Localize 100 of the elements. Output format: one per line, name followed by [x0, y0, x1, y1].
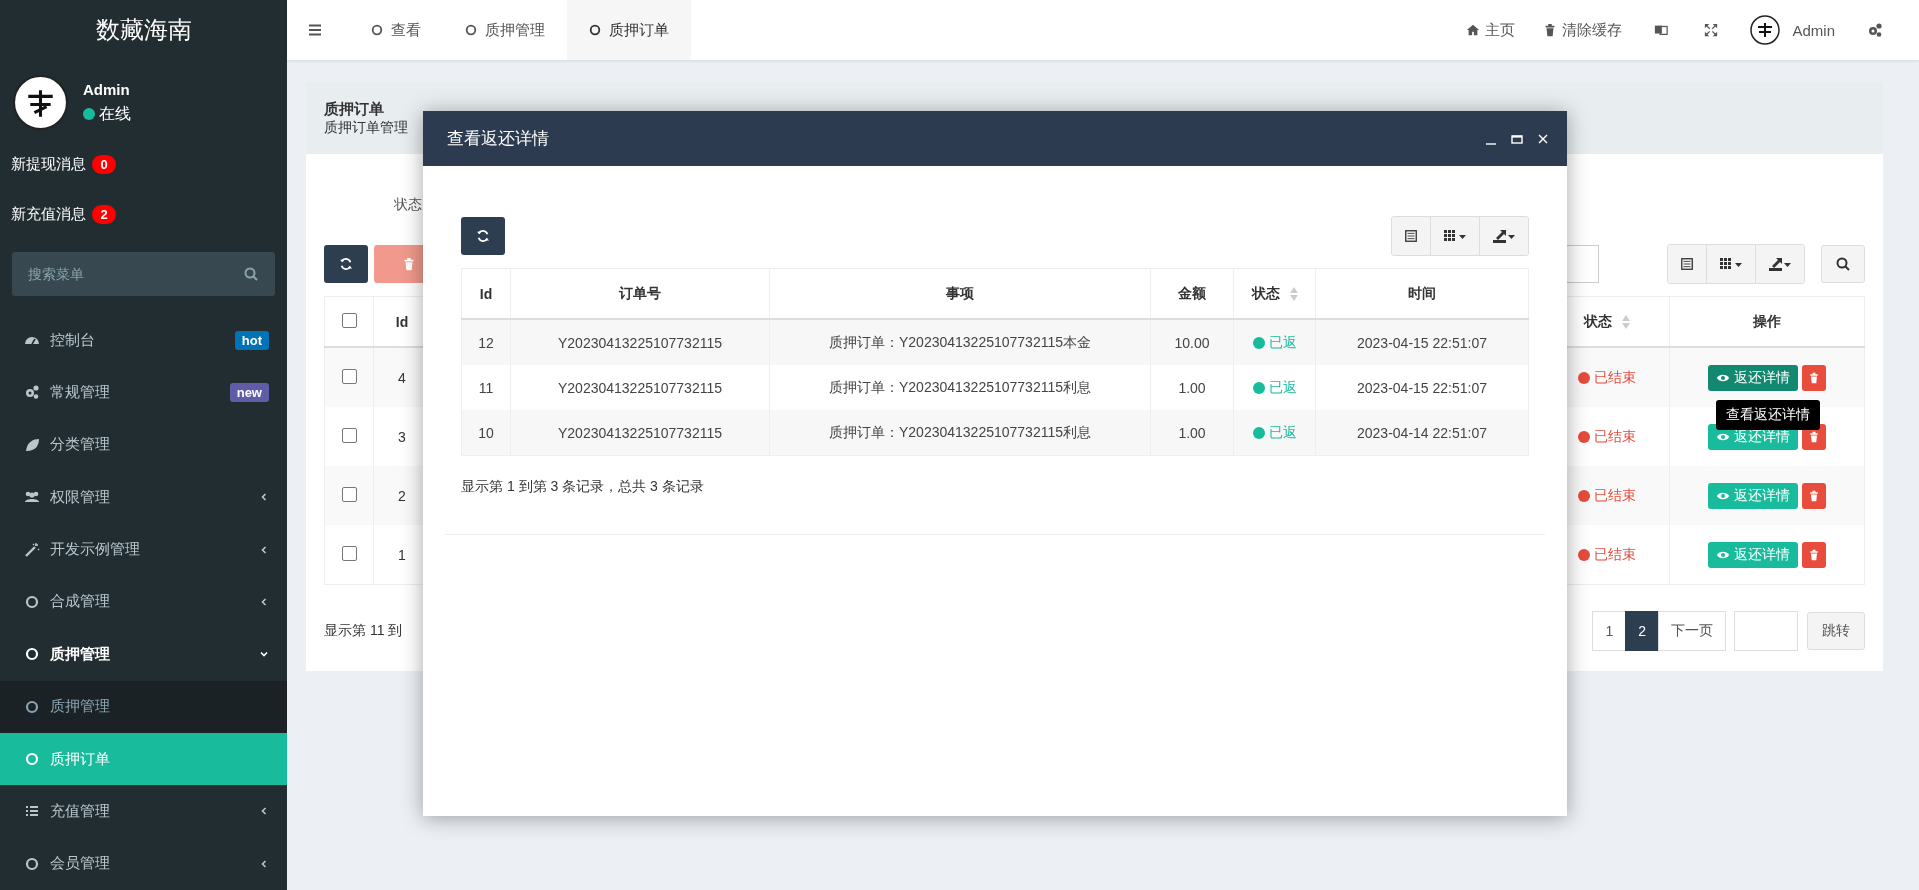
checkbox[interactable]: [341, 312, 357, 328]
table-view-button[interactable]: [1668, 245, 1707, 283]
checkbox[interactable]: [341, 486, 357, 502]
page-input[interactable]: [1734, 611, 1798, 651]
records-summary: 显示第 1 到第 3 条记录，总共 3 条记录: [461, 478, 705, 496]
search-field[interactable]: 搜索菜单: [12, 251, 275, 296]
menu-icon[interactable]: [307, 22, 323, 38]
circle-icon: [24, 698, 40, 715]
checkbox[interactable]: [341, 427, 357, 443]
jump-button[interactable]: 跳转: [1807, 612, 1865, 650]
menu-badge: hot: [234, 330, 269, 350]
sort-icon: [1289, 286, 1298, 301]
search-button[interactable]: [1821, 245, 1865, 283]
chevron-icon: [259, 858, 269, 869]
user-status: 在线: [99, 103, 131, 124]
trash-icon: [1808, 430, 1820, 443]
sort-icon: [1621, 314, 1630, 329]
tab[interactable]: 质押订单: [567, 0, 691, 60]
status-text: 已返: [1268, 378, 1297, 397]
leaf-icon: [24, 436, 40, 453]
chevron-icon: [259, 806, 269, 817]
table-cell: 12: [461, 319, 511, 365]
table-cell: Y20230413225107732115: [510, 410, 770, 456]
menu-item[interactable]: 控制台 hot: [0, 313, 287, 367]
count-badge: 2: [92, 204, 116, 224]
submenu-item[interactable]: 质押管理: [0, 680, 287, 733]
fullscreen-icon[interactable]: [1704, 23, 1719, 37]
status-dot: [1577, 489, 1590, 502]
return-details-button[interactable]: 返还详情: [1708, 364, 1798, 391]
export-button[interactable]: [1756, 245, 1804, 283]
menu-item[interactable]: 开发示例管理: [0, 523, 287, 576]
table-view-button[interactable]: [1392, 217, 1431, 255]
search-icon: [1835, 256, 1851, 272]
close-icon[interactable]: [1537, 132, 1549, 145]
status-dot: [1252, 336, 1265, 349]
count-badge: 0: [92, 155, 116, 175]
trash-icon: [402, 257, 416, 271]
circle-icon: [371, 24, 383, 36]
table-cell: 10.00: [1150, 319, 1234, 365]
status-dot: [1577, 430, 1590, 443]
circle-icon: [24, 593, 40, 610]
table-icon: [1680, 257, 1694, 271]
status-dot: [1577, 548, 1590, 561]
menu-item[interactable]: 分类管理: [0, 418, 287, 471]
user-menu[interactable]: Admin: [1736, 15, 1849, 45]
export-caret-icon: [1768, 256, 1792, 272]
grid-caret-icon: [1443, 228, 1467, 244]
avatar: [1750, 15, 1781, 45]
tab[interactable]: 查看: [349, 0, 443, 60]
filter-label: 状态: [394, 196, 422, 214]
status-dot: [1252, 426, 1265, 439]
search-icon: [243, 265, 259, 282]
maximize-icon[interactable]: [1511, 132, 1523, 145]
chevron-icon: [259, 596, 269, 607]
status-text: 已返: [1268, 423, 1297, 442]
dialog-title: 查看返还详情: [447, 128, 549, 150]
panel-title: 质押订单: [324, 99, 385, 119]
menu-item[interactable]: 合成管理: [0, 575, 287, 629]
table-cell: 质押订单：Y20230413225107732115本金: [769, 319, 1151, 365]
table-cell: 质押订单：Y20230413225107732115利息: [769, 410, 1151, 456]
pagination-summary: 显示第 11 到: [324, 622, 403, 640]
trash-icon: [1808, 548, 1820, 561]
wand-icon: [24, 541, 40, 558]
notice-link[interactable]: 新充值消息: [11, 204, 86, 224]
table-cell: Y20230413225107732115: [510, 319, 770, 365]
status-text: 已结束: [1593, 545, 1636, 564]
menu-item[interactable]: 会员管理: [0, 837, 287, 890]
circle-icon: [589, 24, 601, 36]
status-dot: [1252, 381, 1265, 394]
menu-item[interactable]: 权限管理: [0, 471, 287, 524]
circle-icon: [24, 751, 40, 768]
panel-subtitle: 质押订单管理: [324, 118, 409, 137]
checkbox[interactable]: [341, 545, 357, 561]
notice-link[interactable]: 新提现消息: [11, 155, 86, 175]
home-link[interactable]: 主页: [1452, 20, 1530, 40]
status-text: 已返: [1268, 333, 1297, 352]
refresh-button[interactable]: [461, 217, 505, 255]
menu-item[interactable]: 充值管理: [0, 785, 287, 838]
export-button[interactable]: [1480, 217, 1528, 255]
refresh-button[interactable]: [324, 245, 368, 283]
settings-icon[interactable]: [1867, 22, 1883, 38]
checkbox[interactable]: [341, 368, 357, 384]
page-button[interactable]: 2: [1625, 611, 1659, 651]
app-title: 数藏海南: [94, 15, 193, 45]
page-button[interactable]: 1: [1592, 611, 1627, 651]
columns-button[interactable]: [1707, 245, 1756, 283]
circle-icon: [24, 855, 40, 872]
table-cell: 2023-04-14 22:51:07: [1315, 410, 1529, 456]
menu-badge: new: [229, 382, 269, 402]
refresh-icon: [476, 229, 490, 243]
columns-button[interactable]: [1431, 217, 1480, 255]
chevron-icon: [259, 544, 269, 555]
menu-item[interactable]: 质押管理: [0, 628, 287, 681]
home-icon: [1466, 23, 1481, 37]
menu-item[interactable]: 常规管理 new: [0, 366, 287, 419]
status-text: 已结束: [1593, 427, 1636, 446]
tab[interactable]: 质押管理: [443, 0, 567, 60]
clear-cache-link[interactable]: 清除缓存: [1529, 20, 1637, 40]
circle-icon: [465, 24, 477, 36]
next-page-button[interactable]: 下一页: [1658, 611, 1726, 651]
